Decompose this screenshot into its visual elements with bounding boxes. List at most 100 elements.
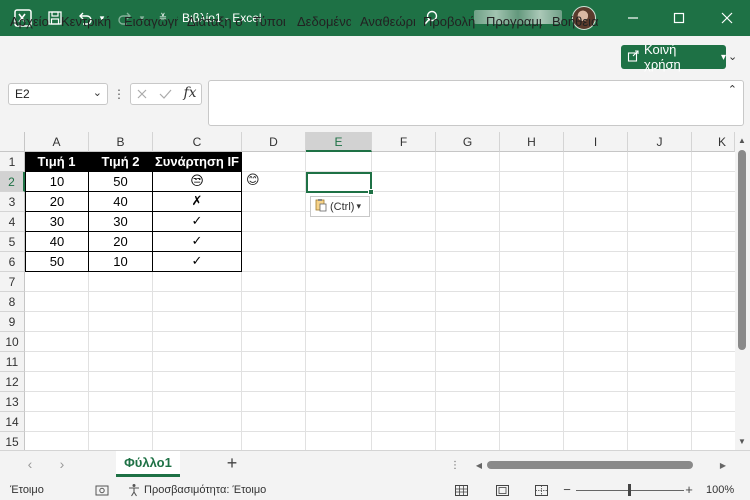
col-header-g[interactable]: G [436, 132, 500, 152]
scroll-up-icon[interactable]: ▲ [738, 136, 746, 145]
cell-b6[interactable]: 10 [89, 252, 153, 272]
col-header-c[interactable]: C [153, 132, 242, 152]
tab-insert[interactable]: Εισαγωγή [124, 14, 178, 30]
paste-options-button[interactable]: (Ctrl) ▾ [310, 196, 370, 217]
col-header-f[interactable]: F [372, 132, 436, 152]
previous-sheet-icon[interactable]: ‹ [22, 455, 38, 473]
row-header-5[interactable]: 5 [0, 232, 25, 252]
cell-c4[interactable]: ✓ [153, 212, 242, 232]
status-accessibility[interactable]: Προσβασιμότητα: Έτοιμο [144, 484, 266, 496]
row-header-12[interactable]: 12 [0, 372, 25, 392]
tab-review[interactable]: Αναθεώρηση [360, 14, 415, 30]
col-header-b[interactable]: B [89, 132, 153, 152]
row-header-2[interactable]: 2 [0, 172, 25, 192]
formula-input[interactable]: ⌃ [208, 80, 744, 126]
maximize-icon[interactable] [668, 0, 690, 36]
page-break-view-icon[interactable] [534, 483, 548, 497]
cell-a5[interactable]: 40 [25, 232, 89, 252]
tab-developer[interactable]: Προγραμματιστής [486, 14, 542, 30]
close-icon[interactable] [716, 0, 738, 36]
row-header-6[interactable]: 6 [0, 252, 25, 272]
macro-recording-icon[interactable] [95, 483, 109, 497]
row-header-15[interactable]: 15 [0, 432, 25, 450]
insert-function-icon[interactable]: fx [180, 84, 200, 102]
row-header-9[interactable]: 9 [0, 312, 25, 332]
worksheet-grid[interactable]: A B C D E F G H I J K 1 2 3 4 5 6 7 8 9 … [0, 132, 750, 450]
row-header-3[interactable]: 3 [0, 192, 25, 212]
cell-c5[interactable]: ✓ [153, 232, 242, 252]
cell-b5[interactable]: 20 [89, 232, 153, 252]
tab-page-layout[interactable]: Διάταξη σελίδας [187, 14, 242, 30]
col-header-e[interactable]: E [306, 132, 372, 152]
status-ready: Έτοιμο [10, 484, 44, 496]
col-header-j[interactable]: J [628, 132, 692, 152]
share-dropdown-icon[interactable]: ▾ [721, 52, 726, 63]
row-header-8[interactable]: 8 [0, 292, 25, 312]
row-header-7[interactable]: 7 [0, 272, 25, 292]
col-header-i[interactable]: I [564, 132, 628, 152]
confirm-entry-icon[interactable] [156, 86, 174, 102]
fill-handle[interactable] [368, 189, 374, 195]
cancel-entry-icon[interactable] [133, 86, 151, 102]
cell-a4[interactable]: 30 [25, 212, 89, 232]
cell-b3[interactable]: 40 [89, 192, 153, 212]
active-cell-e2[interactable] [306, 172, 372, 193]
col-header-h[interactable]: H [500, 132, 564, 152]
gridline [25, 291, 750, 292]
row-header-14[interactable]: 14 [0, 412, 25, 432]
row-header-4[interactable]: 4 [0, 212, 25, 232]
page-layout-view-icon[interactable] [495, 483, 509, 497]
cell-b1[interactable]: Τιμή 2 [89, 152, 153, 172]
paste-options-label: (Ctrl) [330, 200, 355, 213]
cell-a2[interactable]: 10 [25, 172, 89, 192]
zoom-slider-thumb[interactable] [628, 484, 631, 496]
row-header-11[interactable]: 11 [0, 352, 25, 372]
add-sheet-icon[interactable]: + [222, 453, 242, 473]
accessibility-icon[interactable] [127, 483, 141, 497]
scroll-down-icon[interactable]: ▼ [738, 437, 746, 446]
col-header-d[interactable]: D [242, 132, 306, 152]
row-header-1[interactable]: 1 [0, 152, 25, 172]
share-button[interactable]: Κοινή χρήση ▾ [621, 42, 726, 72]
tab-formulas[interactable]: Τύποι [253, 14, 288, 30]
cell-c3[interactable]: ✗ [153, 192, 242, 212]
next-sheet-icon[interactable]: › [54, 455, 70, 473]
row-header-13[interactable]: 13 [0, 392, 25, 412]
row-header-10[interactable]: 10 [0, 332, 25, 352]
vertical-scroll-thumb[interactable] [738, 150, 746, 350]
cell-b4[interactable]: 30 [89, 212, 153, 232]
expand-formula-icon[interactable]: ⌃ [728, 83, 737, 96]
cell-b2[interactable]: 50 [89, 172, 153, 192]
tab-home[interactable]: Κεντρική [61, 14, 113, 30]
cell-d2[interactable]: 😊 [246, 173, 260, 188]
zoom-level[interactable]: 100% [706, 484, 734, 496]
gridline [25, 351, 750, 352]
scroll-right-icon[interactable]: ▶ [718, 458, 728, 472]
tab-data[interactable]: Δεδομένα [297, 14, 351, 30]
name-box[interactable]: E2 ⌄ [8, 83, 108, 105]
ribbon-expand-icon[interactable]: ⌄ [728, 50, 737, 63]
cell-c2[interactable]: 😒 [153, 172, 242, 192]
cell-a1[interactable]: Τιμή 1 [25, 152, 89, 172]
tab-help[interactable]: Βοήθεια [552, 14, 602, 30]
tab-file[interactable]: Αρχείο [10, 14, 52, 30]
cell-c1[interactable]: Συνάρτηση IF [153, 152, 242, 172]
cell-a3[interactable]: 20 [25, 192, 89, 212]
chevron-down-icon[interactable]: ⌄ [93, 86, 102, 99]
minimize-icon[interactable] [622, 0, 644, 36]
vertical-scrollbar[interactable]: ▲ ▼ [735, 132, 750, 450]
tab-split-handle-icon[interactable]: ⋮ [450, 457, 460, 473]
col-header-a[interactable]: A [25, 132, 89, 152]
horizontal-scroll-thumb[interactable] [487, 461, 693, 469]
select-all-corner[interactable] [0, 132, 25, 152]
cell-a6[interactable]: 50 [25, 252, 89, 272]
tab-view[interactable]: Προβολή [423, 14, 476, 30]
sheet-tab-fyllo1[interactable]: Φύλλο1 [116, 451, 180, 477]
normal-view-icon[interactable] [454, 483, 468, 497]
zoom-in-icon[interactable]: + [684, 482, 694, 497]
more-options-icon[interactable]: ⋮ [113, 86, 125, 102]
col-header-k[interactable]: K [692, 132, 735, 152]
scroll-left-icon[interactable]: ◀ [474, 458, 484, 472]
cell-c6[interactable]: ✓ [153, 252, 242, 272]
zoom-out-icon[interactable]: − [562, 482, 572, 497]
